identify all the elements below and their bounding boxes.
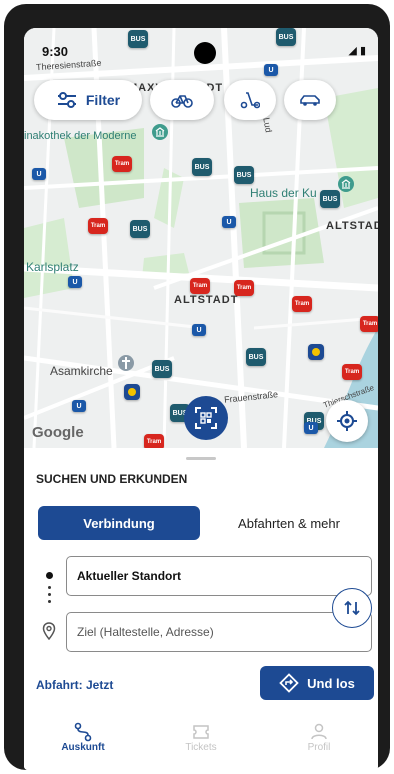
- map-label-asamkirche: Asamkirche: [50, 364, 113, 378]
- ubahn-marker[interactable]: U: [264, 64, 278, 76]
- sheet-drag-handle[interactable]: [186, 457, 216, 460]
- start-search-button[interactable]: Und los: [260, 666, 374, 700]
- start-search-label: Und los: [307, 675, 355, 691]
- ubahn-marker[interactable]: U: [68, 276, 82, 288]
- bus-marker[interactable]: BUS: [152, 360, 172, 378]
- route-dots-icon: [48, 586, 51, 607]
- tram-marker[interactable]: Tram: [234, 280, 254, 296]
- tram-marker[interactable]: Tram: [360, 316, 378, 332]
- nav-profil-label: Profil: [307, 742, 331, 753]
- swap-button[interactable]: [332, 588, 372, 628]
- destination-placeholder: Ziel (Haltestelle, Adresse): [77, 625, 214, 639]
- filter-label: Filter: [85, 92, 121, 108]
- qr-scan-icon: [195, 407, 217, 429]
- camera-cutout: [194, 42, 216, 64]
- departure-time-link[interactable]: Abfahrt: Jetzt: [36, 678, 113, 692]
- bus-marker[interactable]: BUS: [276, 28, 296, 46]
- tram-marker[interactable]: Tram: [292, 296, 312, 312]
- scooter-filter-chip[interactable]: [224, 80, 276, 120]
- origin-field[interactable]: Aktueller Standort: [66, 556, 372, 596]
- status-indicators: ◢ ▮: [348, 45, 366, 57]
- tram-marker[interactable]: Tram: [88, 218, 108, 234]
- app-screen: 9:30 ◢ ▮ MAXVORSTADT Theresienstraße ina…: [24, 28, 378, 770]
- nav-tickets[interactable]: Tickets: [156, 722, 246, 753]
- tram-marker[interactable]: Tram: [144, 434, 164, 448]
- tram-marker[interactable]: Tram: [342, 364, 362, 380]
- filter-bar: Filter: [34, 80, 368, 120]
- map-label-pinakothek: inakothek der Moderne: [24, 130, 137, 142]
- bottom-nav: Auskunft Tickets Profil: [24, 716, 378, 770]
- sharing-marker[interactable]: [308, 344, 324, 360]
- sheet-title: SUCHEN UND ERKUNDEN: [36, 472, 188, 486]
- google-logo: Google: [32, 424, 84, 441]
- ubahn-marker[interactable]: U: [32, 168, 46, 180]
- tram-marker[interactable]: Tram: [190, 278, 210, 294]
- scooter-icon: [240, 92, 260, 109]
- filter-sliders-icon: [57, 92, 76, 108]
- filter-button[interactable]: Filter: [34, 80, 142, 120]
- ubahn-marker[interactable]: U: [304, 422, 318, 434]
- phone-frame: 9:30 ◢ ▮ MAXVORSTADT Theresienstraße ina…: [4, 4, 390, 770]
- museum-icon-2: [338, 176, 354, 192]
- museum-icon: [152, 124, 168, 140]
- bus-marker[interactable]: BUS: [246, 348, 266, 366]
- nav-profil[interactable]: Profil: [274, 722, 364, 753]
- destination-pin-icon: [42, 622, 56, 640]
- search-sheet: SUCHEN UND ERKUNDEN Verbindung Abfahrten…: [24, 448, 378, 770]
- nav-auskunft-label: Auskunft: [61, 742, 105, 753]
- sharing-marker[interactable]: [124, 384, 140, 400]
- car-icon: [300, 95, 320, 106]
- origin-value: Aktueller Standort: [77, 569, 182, 583]
- destination-field[interactable]: Ziel (Haltestelle, Adresse): [66, 612, 372, 652]
- tram-marker[interactable]: Tram: [112, 156, 132, 172]
- bus-marker[interactable]: BUS: [192, 158, 212, 176]
- car-filter-chip[interactable]: [284, 80, 336, 120]
- church-icon: [118, 355, 134, 371]
- bus-marker[interactable]: BUS: [234, 166, 254, 184]
- tab-abfahrten[interactable]: Abfahrten & mehr: [214, 506, 364, 540]
- bus-marker[interactable]: BUS: [320, 190, 340, 208]
- qr-scan-button[interactable]: [184, 396, 228, 440]
- status-time: 9:30: [42, 44, 69, 59]
- ubahn-marker[interactable]: U: [72, 400, 86, 412]
- bus-marker[interactable]: BUS: [130, 220, 150, 238]
- bike-filter-chip[interactable]: [150, 80, 214, 120]
- directions-icon: [279, 673, 299, 693]
- bike-icon: [171, 95, 193, 108]
- route-icon: [74, 722, 92, 742]
- ticket-icon: [193, 725, 209, 739]
- map-label-altstadt-right: ALTSTADT: [326, 220, 378, 232]
- person-icon: [311, 723, 327, 740]
- map-label-haus-der-kunst: Haus der Ku: [250, 186, 317, 200]
- my-location-button[interactable]: [326, 400, 368, 442]
- map-label-karlsplatz: Karlsplatz: [26, 260, 79, 274]
- map-view[interactable]: 9:30 ◢ ▮ MAXVORSTADT Theresienstraße ina…: [24, 28, 378, 448]
- tab-verbindung[interactable]: Verbindung: [38, 506, 200, 540]
- ubahn-marker[interactable]: U: [192, 324, 206, 336]
- ubahn-marker[interactable]: U: [222, 216, 236, 228]
- map-label-altstadt-center: ALTSTADT: [174, 294, 239, 306]
- swap-arrows-icon: [344, 600, 360, 616]
- nav-auskunft[interactable]: Auskunft: [38, 722, 128, 753]
- bus-marker[interactable]: BUS: [128, 30, 148, 48]
- nav-tickets-label: Tickets: [185, 742, 217, 753]
- crosshair-icon: [337, 411, 357, 431]
- origin-dot-icon: [46, 572, 53, 579]
